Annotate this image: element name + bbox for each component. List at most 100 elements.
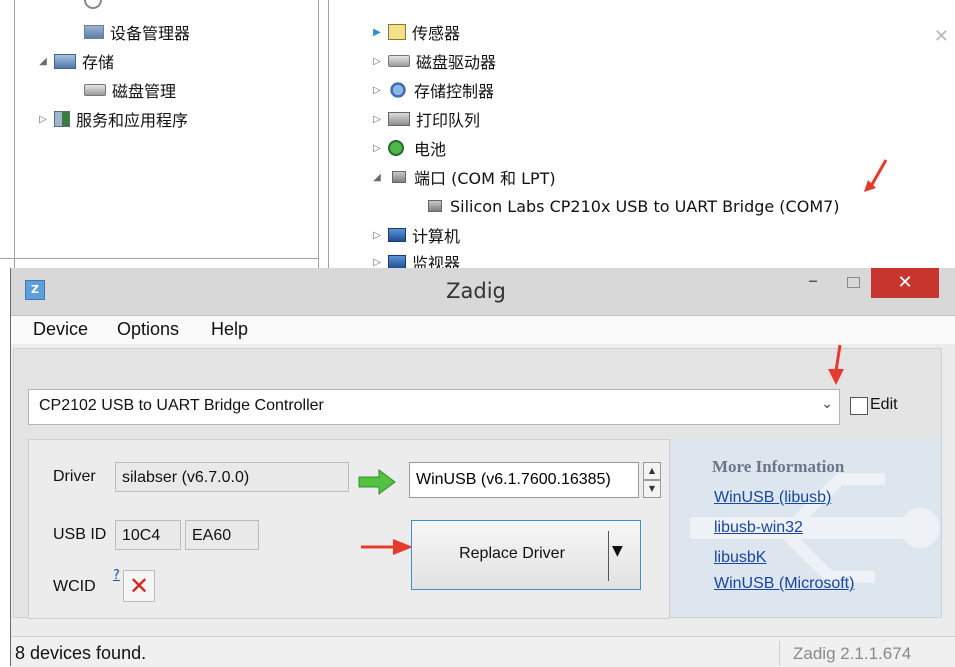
annotation-arrow-icon bbox=[361, 539, 413, 555]
tree-item-disk-drives[interactable]: ▷ 磁盘驱动器 bbox=[370, 49, 496, 73]
tree-label: Silicon Labs CP210x USB to UART Bridge (… bbox=[450, 196, 840, 216]
collapsed-triangle-icon[interactable]: ▷ bbox=[370, 85, 384, 96]
collapsed-triangle-icon[interactable]: ▷ bbox=[370, 114, 384, 125]
more-info-title: More Information bbox=[712, 457, 845, 476]
usb-pid-field: EA60 bbox=[185, 520, 259, 550]
more-info-panel: More Information WinUSB (libusb) libusb-… bbox=[670, 439, 941, 617]
tree-label: 打印队列 bbox=[416, 111, 481, 130]
spin-down-icon[interactable]: ▼ bbox=[643, 480, 661, 498]
tree-item-partial bbox=[84, 0, 108, 12]
usb-vid-field: 10C4 bbox=[115, 520, 181, 550]
port-device-icon bbox=[428, 200, 442, 212]
device-select-value: CP2102 USB to UART Bridge Controller bbox=[39, 397, 324, 414]
current-driver-field: silabser (v6.7.0.0) bbox=[115, 462, 349, 492]
expanded-triangle-icon[interactable]: ◢ bbox=[36, 56, 50, 67]
close-button[interactable]: ✕ bbox=[871, 268, 939, 298]
edit-checkbox[interactable] bbox=[850, 397, 868, 415]
device-count-status: 8 devices found. bbox=[15, 643, 147, 663]
tree-item-storage-controllers[interactable]: ▷ 存储控制器 bbox=[370, 78, 494, 102]
version-status: Zadig 2.1.1.674 bbox=[793, 644, 912, 663]
tree-item-disk-management[interactable]: 磁盘管理 bbox=[84, 78, 176, 102]
link-libusb-win32[interactable]: libusb-win32 bbox=[714, 519, 803, 537]
tree-label: 存储 bbox=[82, 53, 115, 72]
tree-item-storage[interactable]: ◢ 存储 bbox=[36, 49, 114, 73]
link-winusb-microsoft[interactable]: WinUSB (Microsoft) bbox=[714, 575, 854, 593]
printer-icon bbox=[388, 112, 410, 126]
menu-device[interactable]: Device bbox=[33, 319, 88, 340]
tree-item-batteries[interactable]: ▷ 电池 bbox=[370, 136, 446, 160]
usb-id-label: USB ID bbox=[53, 526, 107, 543]
green-arrow-icon bbox=[358, 469, 396, 495]
services-icon bbox=[54, 111, 70, 127]
right-pane-border bbox=[328, 0, 329, 268]
link-libusbk[interactable]: libusbK bbox=[714, 549, 766, 567]
wcid-label: WCID bbox=[53, 578, 96, 595]
tree-label: 端口 (COM 和 LPT) bbox=[414, 169, 556, 188]
maximize-icon bbox=[847, 277, 860, 288]
device-manager-window: 设备管理器 ◢ 存储 磁盘管理 ▷ 服务和应用程序 ▶ 传感器 ▷ 磁盘驱动器 … bbox=[0, 0, 955, 273]
menu-help[interactable]: Help bbox=[211, 319, 248, 340]
menu-bar: Device Options Help bbox=[11, 316, 955, 344]
device-select[interactable]: CP2102 USB to UART Bridge Controller ⌄ bbox=[28, 389, 840, 425]
tree-label: 计算机 bbox=[412, 227, 461, 246]
collapsed-triangle-icon[interactable]: ▷ bbox=[370, 56, 384, 67]
tree-item-sensors[interactable]: ▶ 传感器 bbox=[370, 20, 460, 44]
tree-item-computer[interactable]: ▷ 计算机 bbox=[370, 223, 460, 247]
tree-item-cp210x-port[interactable]: Silicon Labs CP210x USB to UART Bridge (… bbox=[424, 194, 840, 218]
expanded-triangle-icon[interactable]: ◢ bbox=[370, 172, 384, 183]
spin-up-icon[interactable]: ▲ bbox=[643, 462, 661, 480]
tree-item-services[interactable]: ▷ 服务和应用程序 bbox=[36, 107, 188, 131]
tree-item-device-manager[interactable]: 设备管理器 bbox=[84, 20, 190, 44]
driver-label: Driver bbox=[53, 468, 96, 485]
left-pane-bottom bbox=[0, 258, 318, 259]
storage-icon bbox=[54, 53, 76, 69]
collapsed-triangle-icon[interactable]: ▷ bbox=[370, 230, 384, 241]
storage-controller-icon bbox=[388, 82, 408, 98]
tree-label: 磁盘管理 bbox=[112, 82, 177, 101]
annotation-arrow-icon bbox=[864, 159, 888, 192]
tree-label: 存储控制器 bbox=[414, 82, 495, 101]
split-divider bbox=[608, 531, 609, 581]
tree-label: 设备管理器 bbox=[110, 24, 191, 43]
tree-label: 电池 bbox=[414, 140, 447, 159]
collapsed-triangle-icon[interactable]: ▶ bbox=[370, 27, 384, 38]
status-bar: 8 devices found. Zadig 2.1.1.674 bbox=[11, 636, 955, 667]
collapsed-triangle-icon[interactable]: ▷ bbox=[36, 114, 50, 125]
disk-drive-icon bbox=[388, 55, 410, 67]
target-driver-field[interactable]: WinUSB (v6.1.7600.16385) bbox=[409, 462, 639, 498]
zadig-window: Z Zadig – ✕ Device Options Help CP2102 U… bbox=[10, 268, 955, 667]
battery-icon bbox=[388, 140, 408, 156]
sensor-icon bbox=[388, 24, 406, 40]
status-separator bbox=[779, 641, 780, 665]
monitor-icon bbox=[388, 255, 406, 269]
link-winusb-libusb[interactable]: WinUSB (libusb) bbox=[714, 489, 831, 507]
close-x-icon[interactable]: ✕ bbox=[934, 26, 949, 47]
replace-driver-button[interactable]: Replace Driver ▼ bbox=[411, 520, 641, 590]
port-icon bbox=[392, 171, 406, 183]
disk-icon bbox=[84, 84, 106, 96]
driver-panel: Driver silabser (v6.7.0.0) WinUSB (v6.1.… bbox=[28, 439, 670, 619]
pane-splitter[interactable] bbox=[318, 0, 319, 268]
tree-item-print-queues[interactable]: ▷ 打印队列 bbox=[370, 107, 480, 131]
tree-item-ports[interactable]: ◢ 端口 (COM 和 LPT) bbox=[370, 165, 556, 189]
tree-label: 磁盘驱动器 bbox=[416, 53, 497, 72]
collapsed-triangle-icon[interactable]: ▷ bbox=[370, 257, 384, 268]
computer-icon bbox=[388, 228, 406, 242]
tree-label: 服务和应用程序 bbox=[76, 111, 189, 130]
left-pane-border bbox=[14, 0, 15, 268]
minimize-button[interactable]: – bbox=[791, 268, 835, 298]
edit-label: Edit bbox=[870, 396, 898, 413]
annotation-arrow-icon bbox=[828, 344, 844, 385]
collapsed-triangle-icon[interactable]: ▷ bbox=[370, 143, 384, 154]
device-manager-icon bbox=[84, 25, 104, 39]
tree-label: 传感器 bbox=[412, 24, 461, 43]
wcid-status-icon: ✕ bbox=[123, 570, 155, 602]
maximize-button[interactable] bbox=[837, 268, 869, 298]
wcid-help-link[interactable]: ? bbox=[113, 568, 120, 583]
title-bar[interactable]: Z Zadig – ✕ bbox=[11, 268, 955, 316]
main-panel: CP2102 USB to UART Bridge Controller ⌄ E… bbox=[13, 344, 942, 619]
dropdown-arrow-icon[interactable]: ▼ bbox=[612, 543, 623, 559]
driver-spinner[interactable]: ▲ ▼ bbox=[643, 462, 661, 498]
menu-options[interactable]: Options bbox=[117, 319, 179, 340]
chevron-down-icon[interactable]: ⌄ bbox=[821, 396, 833, 412]
